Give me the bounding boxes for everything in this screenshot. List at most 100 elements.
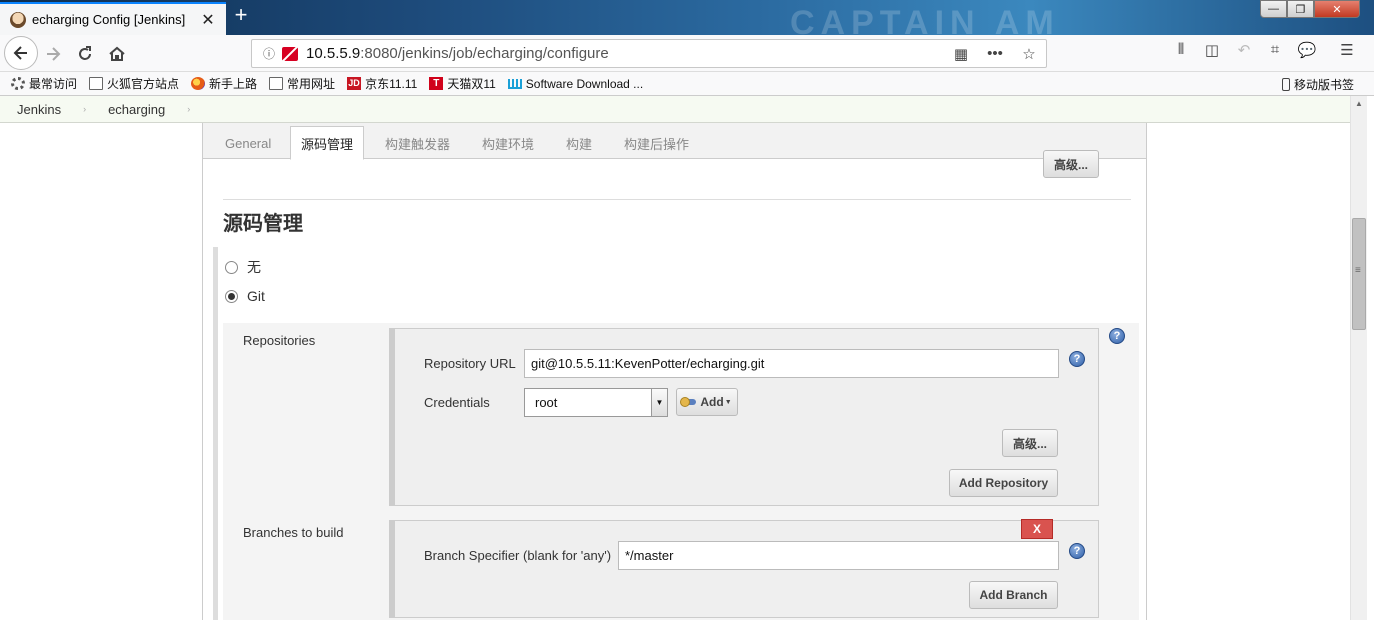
scm-option-none-label: 无 [247,259,261,275]
repositories-label: Repositories [243,333,316,348]
url-text[interactable]: 10.5.5.9:8080/jenkins/job/echarging/conf… [306,45,944,62]
firefox-icon [191,77,206,90]
radio-none[interactable] [225,260,238,274]
forward-arrow-icon [47,47,61,61]
section-indent-bar [213,247,218,620]
branch-specifier-help-icon[interactable]: ? [1069,543,1085,559]
bookmark-label: Software Download ... [525,76,644,91]
tab-general[interactable]: General [215,126,281,160]
add-credentials-label: Add [700,395,724,409]
chevron-down-icon[interactable]: ▼ [651,389,667,416]
add-branch-button[interactable]: Add Branch [969,581,1058,609]
address-bar[interactable]: ⓘ 10.5.5.9:8080/jenkins/job/echarging/co… [251,39,1047,68]
bookmark-label: 火狐官方站点 [107,77,180,91]
branches-to-build-label: Branches to build [243,525,344,540]
tab-post-build-actions[interactable]: 构建后操作 [614,126,699,160]
credentials-select[interactable]: root ▼ [524,388,668,417]
bookmark-item[interactable]: 新手上路 [191,75,257,92]
folder-icon [269,77,284,90]
scrollbar-thumb[interactable] [1352,218,1366,330]
undo-icon[interactable]: ↶ [1231,41,1257,59]
bookmark-star-icon[interactable]: ☆ [1012,45,1046,63]
bookmark-label: 新手上路 [209,77,258,91]
new-tab-button[interactable]: + [230,4,252,28]
hamburger-menu-icon[interactable]: ☰ [1334,41,1360,59]
advanced-button-top[interactable]: 高级... [1043,150,1099,178]
reload-button[interactable] [70,39,100,69]
home-button[interactable] [102,39,132,69]
scroll-up-icon[interactable]: ▲ [1355,99,1363,108]
qr-code-icon[interactable]: ▦ [944,45,978,63]
repository-url-input[interactable]: git@10.5.5.11:KevenPotter/echarging.git [524,349,1059,378]
git-config-area: Repositories ? Repository URL git@10.5.5… [223,323,1139,620]
cisco-icon [507,78,522,89]
insecure-connection-icon [282,46,298,61]
tab-build-environment[interactable]: 构建环境 [472,126,544,160]
breadcrumb-jenkins[interactable]: Jenkins [17,102,61,117]
bookmark-item[interactable]: 最常访问 [11,75,77,92]
bookmark-item[interactable]: Software Download ... [507,76,644,91]
config-panel: General 源码管理 构建触发器 构建环境 构建 构建后操作 高级... 源… [202,123,1147,620]
bookmark-label: 天猫双11 [447,77,496,91]
section-title: 源码管理 [223,213,303,235]
breadcrumb-echarging[interactable]: echarging [108,102,165,117]
branch-specifier-label: Branch Specifier (blank for 'any') [424,548,612,563]
minimize-window-button[interactable]: — [1260,0,1287,18]
bookmarks-toolbar: 最常访问 火狐官方站点 新手上路 常用网址 JD 京东11.11 T 天猫双11 S… [0,72,1374,96]
branch-box: X Branch Specifier (blank for 'any') */m… [389,519,1099,618]
chat-bubble-icon[interactable]: 💬 [1294,41,1320,59]
scm-option-git-label: Git [247,288,265,304]
dropdown-arrow-icon: ▼ [724,398,732,406]
branch-specifier-input[interactable]: */master [618,541,1059,570]
maximize-window-button[interactable]: ❐ [1287,0,1314,18]
bookmark-item[interactable]: T 天猫双11 [429,75,496,92]
navigation-toolbar: ⓘ 10.5.5.9:8080/jenkins/job/echarging/co… [0,35,1374,72]
mobile-phone-icon [1281,78,1290,91]
tab-source-code-management[interactable]: 源码管理 [290,126,365,160]
breadcrumb-separator-icon[interactable]: › [83,104,86,114]
radio-git[interactable] [225,289,238,303]
back-button[interactable] [4,36,38,70]
url-path: :8080/jenkins/job/echarging/configure [360,45,609,62]
forward-button[interactable] [38,39,68,69]
screenshot-crop-icon[interactable]: ⌗ [1262,41,1288,58]
bookmark-item[interactable]: 常用网址 [269,75,335,92]
breadcrumb-separator-icon[interactable]: › [187,104,190,114]
site-info-icon[interactable]: ⓘ [260,45,278,62]
repository-box: Repository URL git@10.5.5.11:KevenPotter… [389,328,1099,506]
add-repository-button[interactable]: Add Repository [949,469,1058,497]
tab-build[interactable]: 构建 [556,126,602,160]
close-window-button[interactable]: ✕ [1314,0,1360,18]
repository-url-label: Repository URL [424,356,516,371]
folder-icon [89,77,104,90]
browser-tab[interactable]: echarging Config [Jenkins] ✕ [0,2,226,35]
config-tab-bar: General 源码管理 构建触发器 构建环境 构建 构建后操作 [203,123,1146,160]
close-tab-icon[interactable]: ✕ [200,10,216,30]
wallpaper-text: CAPTAIN AM [790,4,1060,35]
bookmark-label: 最常访问 [29,77,78,91]
delete-branch-button[interactable]: X [1021,519,1053,539]
section-divider [223,199,1131,200]
tab-build-triggers[interactable]: 构建触发器 [375,126,460,160]
bookmark-item[interactable]: 火狐官方站点 [89,75,179,92]
repository-advanced-button[interactable]: 高级... [1002,429,1058,457]
add-credentials-button[interactable]: Add ▼ [676,388,738,416]
sidebar-icon[interactable]: ◫ [1199,41,1225,59]
library-icon[interactable]: ⫴ [1168,41,1194,58]
gear-icon [11,77,25,90]
tmall-icon: T [429,77,444,90]
page-scrollbar[interactable]: ▲ [1350,96,1367,620]
mobile-bookmarks-label: 移动版书签 [1293,78,1354,92]
home-icon [109,46,125,61]
jd-icon: JD [347,77,362,90]
bookmark-item[interactable]: JD 京东11.11 [347,75,417,92]
page-actions-icon[interactable]: ••• [978,45,1012,62]
scm-option-none[interactable]: 无 [225,257,261,277]
repositories-help-icon[interactable]: ? [1109,328,1125,344]
repository-url-help-icon[interactable]: ? [1069,351,1085,367]
back-arrow-icon [13,46,27,60]
mobile-bookmarks[interactable]: 移动版书签 [1281,76,1354,93]
jenkins-favicon-icon [10,11,26,28]
browser-tab-title: echarging Config [Jenkins] [32,12,186,27]
scm-option-git[interactable]: Git [225,288,265,304]
